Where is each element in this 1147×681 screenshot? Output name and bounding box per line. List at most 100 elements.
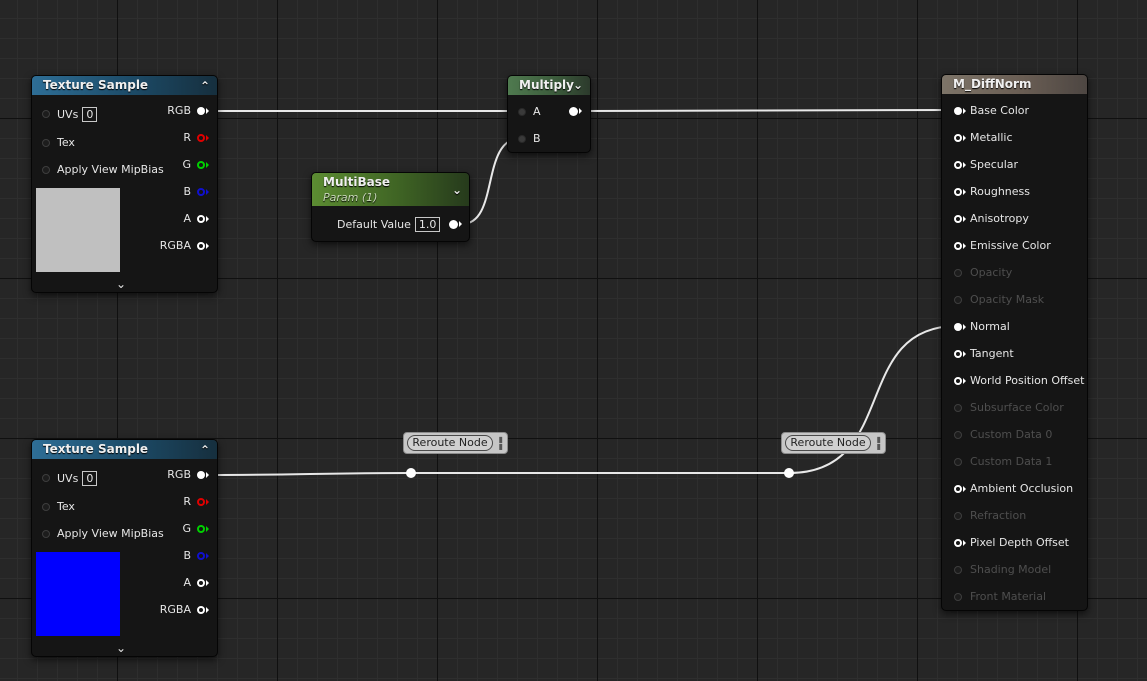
material-input-pin[interactable] [954, 539, 962, 547]
material-input-pin[interactable] [954, 323, 962, 331]
uvs-input-pin[interactable] [42, 110, 50, 118]
r-output-pin[interactable] [197, 498, 205, 506]
collapse-chevron-icon[interactable]: ⌄ [573, 76, 583, 95]
texture-sample-node-top[interactable]: Texture Sample ⌃ UVs 0 Tex Apply View Mip… [31, 75, 218, 293]
mipbias-label: Apply View MipBias [57, 163, 164, 176]
reroute-1-pin[interactable] [406, 468, 416, 478]
multiply-header[interactable]: Multiply ⌄ [508, 76, 590, 95]
multiply-output-pin[interactable] [569, 107, 578, 116]
material-input-pin[interactable] [954, 458, 962, 466]
reroute-node-2[interactable]: Reroute Node ▮ ▮ [781, 432, 886, 454]
material-input-pin[interactable] [954, 593, 962, 601]
reroute-node-1[interactable]: Reroute Node ▮ ▮ [403, 432, 508, 454]
material-input-label: Emissive Color [970, 239, 1051, 252]
material-input-label: Refraction [970, 509, 1027, 522]
material-input-label: Roughness [970, 185, 1031, 198]
g-output-pin[interactable] [197, 161, 205, 169]
material-input-label: Ambient Occlusion [970, 482, 1074, 495]
material-input-pin[interactable] [954, 296, 962, 304]
material-input-pin[interactable] [954, 188, 962, 196]
rgba-output-pin[interactable] [197, 242, 205, 250]
rgba-output-label: RGBA [159, 239, 191, 252]
b-output-label: B [183, 549, 191, 562]
material-input-pin[interactable] [954, 134, 962, 142]
b-output-pin[interactable] [197, 188, 205, 196]
rgb-output-pin[interactable] [197, 471, 205, 479]
r-output-label: R [183, 131, 191, 144]
material-input-label: Base Color [970, 104, 1030, 117]
texture-sample-header[interactable]: Texture Sample ⌃ [32, 76, 217, 95]
material-input-label: World Position Offset [970, 374, 1085, 387]
a-output-pin[interactable] [197, 215, 205, 223]
wire-rgb-to-reroute-1 [207, 472, 412, 476]
material-input-pin[interactable] [954, 485, 962, 493]
collapse-chevron-icon[interactable]: ⌄ [452, 181, 462, 200]
multiply-node[interactable]: Multiply ⌄ A B [507, 75, 591, 153]
material-input-label: Specular [970, 158, 1019, 171]
r-output-pin[interactable] [197, 134, 205, 142]
uvs-value-box[interactable]: 0 [82, 107, 98, 122]
a-output-pin[interactable] [197, 579, 205, 587]
default-value-label: Default Value [337, 218, 411, 231]
mipbias-input-pin[interactable] [42, 530, 50, 538]
expand-chevron-icon[interactable]: ⌄ [116, 641, 126, 655]
node-subtitle: Param (1) [323, 191, 378, 204]
uvs-label: UVs [57, 108, 79, 121]
g-output-label: G [182, 522, 191, 535]
collapse-chevron-icon[interactable]: ⌃ [200, 77, 210, 96]
rgba-output-label: RGBA [159, 603, 191, 616]
collapse-chevron-icon[interactable]: ⌃ [200, 441, 210, 460]
tex-input-pin[interactable] [42, 139, 50, 147]
node-title: Multiply [519, 78, 574, 92]
material-input-label: Custom Data 1 [970, 455, 1053, 468]
multibase-header[interactable]: MultiBase Param (1) ⌄ [312, 173, 469, 206]
material-input-pin[interactable] [954, 566, 962, 574]
uvs-value-box[interactable]: 0 [82, 471, 98, 486]
material-input-label: Shading Model [970, 563, 1052, 576]
rgb-output-pin[interactable] [197, 107, 205, 115]
material-input-pin[interactable] [954, 269, 962, 277]
material-input-label: Subsurface Color [970, 401, 1064, 414]
rgba-output-pin[interactable] [197, 606, 205, 614]
material-input-pin[interactable] [954, 242, 962, 250]
material-input-label: Normal [970, 320, 1010, 333]
material-input-label: Front Material [970, 590, 1047, 603]
default-value-input[interactable]: 1.0 [414, 217, 441, 232]
a-output-label: A [183, 576, 191, 589]
material-input-label: Metallic [970, 131, 1013, 144]
material-result-node[interactable]: M_DiffNorm Base Color Metallic Specular Rou… [941, 74, 1088, 611]
material-input-pin[interactable] [954, 215, 962, 223]
reroute-grip-icon[interactable]: ▮ ▮ [499, 436, 503, 451]
texture-sample-node-bottom[interactable]: Texture Sample ⌃ UVs 0 Tex Apply View Mip… [31, 439, 218, 657]
texture-preview-swatch [36, 188, 120, 272]
reroute-2-pin[interactable] [784, 468, 794, 478]
reroute-grip-icon[interactable]: ▮ ▮ [877, 436, 881, 451]
wire-multiply-to-base-color [579, 109, 958, 112]
uvs-input-pin[interactable] [42, 474, 50, 482]
mipbias-label: Apply View MipBias [57, 527, 164, 540]
material-input-pin[interactable] [954, 512, 962, 520]
texture-sample-header[interactable]: Texture Sample ⌃ [32, 440, 217, 459]
material-header[interactable]: M_DiffNorm [942, 75, 1087, 94]
node-title: M_DiffNorm [953, 77, 1032, 91]
texture-preview-swatch [36, 552, 120, 636]
multibase-output-pin[interactable] [449, 220, 458, 229]
material-input-pin[interactable] [954, 161, 962, 169]
b-output-pin[interactable] [197, 552, 205, 560]
material-input-pin[interactable] [954, 350, 962, 358]
material-input-label: Tangent [970, 347, 1014, 360]
expand-chevron-icon[interactable]: ⌄ [116, 277, 126, 291]
node-title: Texture Sample [43, 78, 149, 92]
tex-input-pin[interactable] [42, 503, 50, 511]
material-input-pin[interactable] [954, 107, 962, 115]
rgb-output-label: RGB [167, 104, 191, 117]
mipbias-input-pin[interactable] [42, 166, 50, 174]
g-output-pin[interactable] [197, 525, 205, 533]
material-input-pin[interactable] [954, 431, 962, 439]
material-input-pin[interactable] [954, 377, 962, 385]
multibase-param-node[interactable]: MultiBase Param (1) ⌄ Default Value 1.0 [311, 172, 470, 242]
multiply-b-input-pin[interactable] [518, 135, 526, 143]
material-input-pin[interactable] [954, 404, 962, 412]
material-input-label: Custom Data 0 [970, 428, 1053, 441]
multiply-a-input-pin[interactable] [518, 108, 526, 116]
